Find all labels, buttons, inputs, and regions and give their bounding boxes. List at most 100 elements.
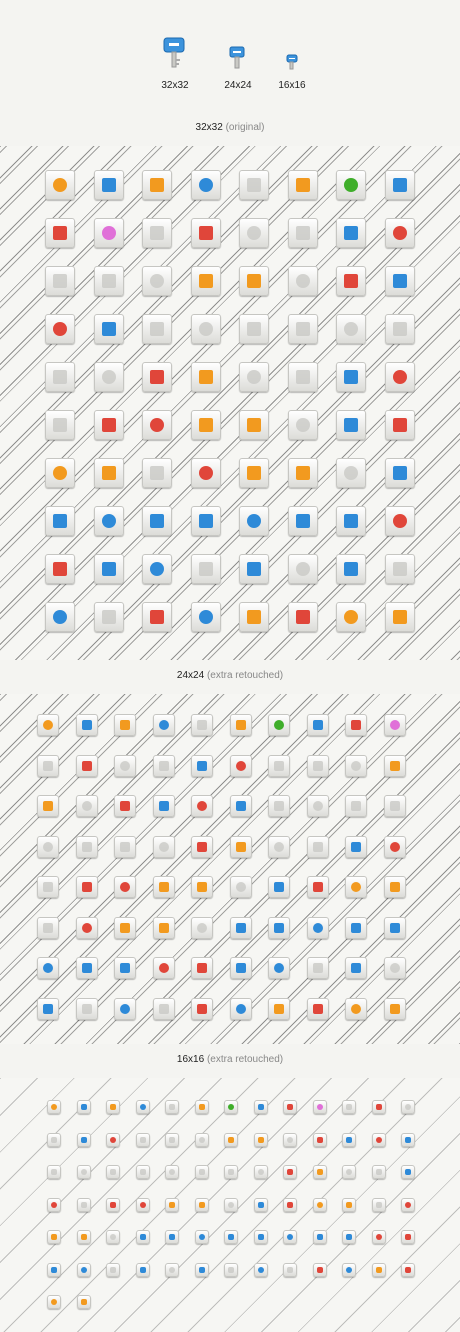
unlock-icon bbox=[342, 1132, 356, 1147]
bulb-off-icon bbox=[283, 1132, 297, 1147]
rss-icon bbox=[142, 170, 172, 200]
thumbs-down-icon bbox=[384, 410, 415, 440]
lock-icon bbox=[114, 795, 136, 817]
mobile-icon bbox=[194, 1230, 209, 1244]
sign-icon bbox=[190, 170, 221, 200]
documents-icon bbox=[268, 957, 290, 979]
network-icon bbox=[239, 506, 269, 536]
target-remove-icon bbox=[142, 602, 172, 632]
folder-icon bbox=[239, 218, 269, 248]
trash-icon bbox=[142, 458, 172, 488]
shield-red-icon bbox=[371, 1132, 386, 1147]
bar-chart-icon bbox=[384, 602, 415, 632]
flag-green-icon bbox=[268, 714, 290, 736]
floppy-icon bbox=[37, 754, 59, 777]
wrench-icon bbox=[345, 876, 367, 898]
cart-remove-icon bbox=[306, 835, 329, 858]
info-icon bbox=[239, 602, 269, 632]
star-half-icon bbox=[239, 410, 269, 440]
card-icon bbox=[75, 997, 98, 1020]
flag-pink-icon bbox=[312, 1100, 327, 1114]
flag-red-icon bbox=[283, 1100, 297, 1114]
key-icon bbox=[163, 37, 185, 69]
trash-red-icon bbox=[190, 458, 221, 488]
flag-gray-icon bbox=[191, 714, 213, 736]
pencil-icon bbox=[383, 754, 406, 777]
server-icon bbox=[152, 754, 175, 777]
minus-icon bbox=[194, 1165, 209, 1179]
help-icon bbox=[342, 1262, 356, 1277]
lock-icon bbox=[336, 266, 366, 296]
broom-icon bbox=[253, 1262, 268, 1277]
users-icon bbox=[165, 1132, 179, 1147]
computer-icon bbox=[287, 506, 318, 536]
tablet-icon bbox=[224, 1230, 238, 1244]
arrow-down-icon bbox=[306, 795, 329, 817]
unlock-icon bbox=[384, 266, 415, 296]
trash-red-icon bbox=[75, 916, 98, 939]
size-label-32: 32x32 bbox=[161, 80, 189, 91]
briefcase-icon bbox=[135, 1262, 150, 1277]
arrow-up-icon bbox=[135, 1165, 150, 1179]
home-icon bbox=[37, 714, 59, 736]
folder-icon bbox=[114, 754, 136, 777]
shield-blue-icon bbox=[93, 314, 124, 344]
target-remove-icon bbox=[191, 997, 213, 1020]
flag-red-icon bbox=[45, 218, 75, 248]
plus-icon bbox=[336, 314, 366, 344]
minus-icon bbox=[75, 835, 98, 858]
heart-icon bbox=[114, 876, 136, 898]
document-icon bbox=[229, 957, 252, 979]
minus-icon bbox=[384, 314, 415, 344]
arrow-right-icon bbox=[268, 795, 290, 817]
sign-icon bbox=[152, 714, 175, 736]
cross-icon bbox=[224, 1165, 238, 1179]
pencil-icon bbox=[190, 266, 221, 296]
gear-icon bbox=[93, 458, 124, 488]
monitor-icon bbox=[253, 1230, 268, 1244]
refresh-icon bbox=[268, 835, 290, 858]
documents-icon bbox=[76, 1262, 91, 1277]
arrow-right-icon bbox=[47, 1165, 61, 1179]
plus-icon bbox=[37, 835, 59, 858]
server-icon bbox=[47, 1132, 61, 1147]
gear-icon bbox=[383, 876, 406, 898]
badge-icon bbox=[114, 916, 136, 939]
flag-pink-icon bbox=[93, 218, 124, 248]
lock-icon bbox=[312, 1132, 327, 1147]
calendar-icon bbox=[229, 916, 252, 939]
cart-remove-icon bbox=[371, 1165, 386, 1179]
user-icon bbox=[135, 1132, 150, 1147]
star-icon bbox=[165, 1197, 179, 1212]
flag-blue-icon bbox=[253, 1100, 268, 1114]
pencil-icon bbox=[224, 1132, 238, 1147]
section-title-32: 32x32 (original) bbox=[195, 122, 265, 133]
flag-gray-icon bbox=[239, 170, 269, 200]
arrow-left-icon bbox=[106, 1165, 120, 1179]
bar-chart-icon bbox=[76, 1295, 91, 1309]
cd-icon bbox=[165, 1230, 179, 1244]
briefcase-icon bbox=[239, 554, 269, 584]
thumbs-up-icon bbox=[336, 410, 366, 440]
stop-icon bbox=[191, 835, 213, 858]
shield-blue-icon bbox=[401, 1132, 415, 1147]
printer-icon bbox=[371, 1230, 386, 1244]
user-icon bbox=[45, 266, 75, 296]
cd-icon bbox=[45, 506, 75, 536]
speech-bubble-icon bbox=[191, 916, 213, 939]
bug-icon bbox=[384, 218, 415, 248]
flag-red-icon bbox=[345, 714, 367, 736]
card-icon bbox=[224, 1262, 238, 1277]
broom-icon bbox=[45, 602, 75, 632]
flag-orange-icon bbox=[229, 714, 252, 736]
magic-wand-icon bbox=[383, 835, 406, 858]
cart-remove-icon bbox=[287, 362, 318, 392]
documents-icon bbox=[142, 554, 172, 584]
shield-red-icon bbox=[191, 795, 213, 817]
bulb-off-icon bbox=[75, 795, 98, 817]
heart-icon bbox=[142, 410, 172, 440]
network-icon bbox=[37, 957, 59, 979]
printer-icon bbox=[384, 506, 415, 536]
section-title-16: 16x16 (extra retouched) bbox=[176, 1054, 284, 1065]
check-icon bbox=[253, 1165, 268, 1179]
